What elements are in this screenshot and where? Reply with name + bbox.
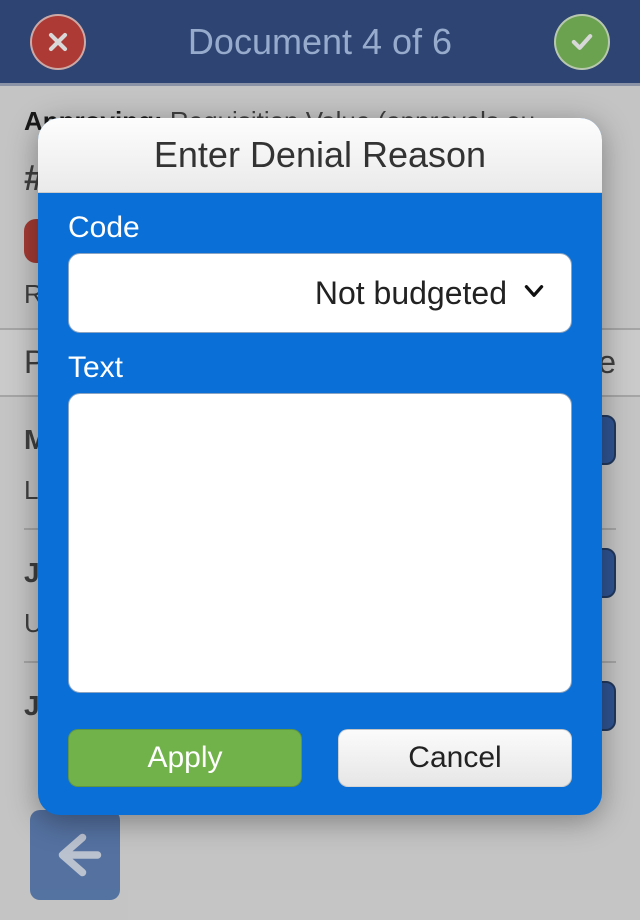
apply-button[interactable]: Apply: [68, 729, 302, 787]
modal-title: Enter Denial Reason: [38, 118, 602, 193]
reason-text-input[interactable]: [68, 393, 572, 693]
code-select[interactable]: Not budgeted: [68, 253, 572, 333]
chevron-down-icon: [521, 275, 547, 312]
code-label: Code: [68, 211, 572, 245]
text-label: Text: [68, 351, 572, 385]
cancel-button[interactable]: Cancel: [338, 729, 572, 787]
code-value: Not budgeted: [315, 275, 507, 312]
denial-reason-modal: Enter Denial Reason Code Not budgeted Te…: [38, 118, 602, 815]
